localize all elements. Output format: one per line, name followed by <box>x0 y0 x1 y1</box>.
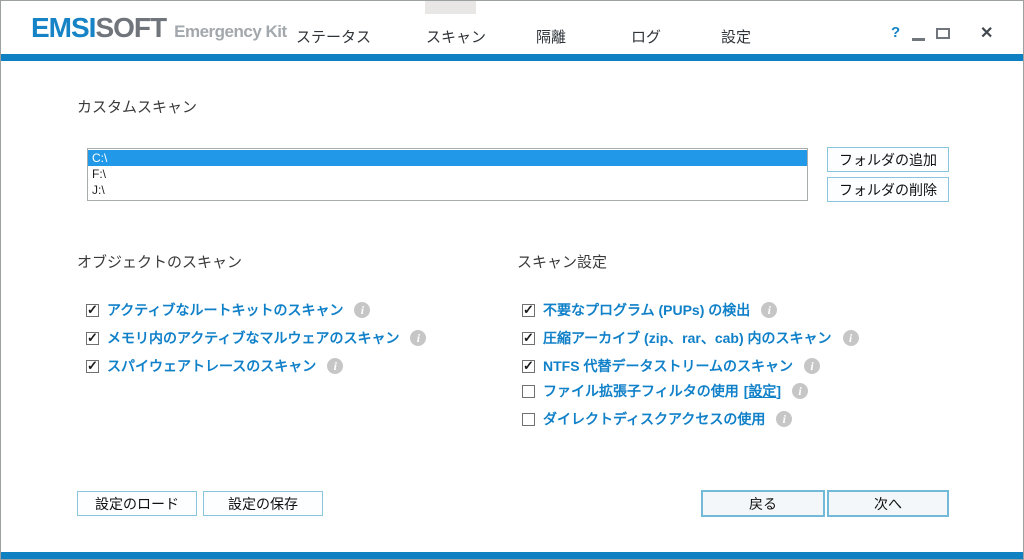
bottom-bar <box>1 552 1023 559</box>
tab-quarantine[interactable]: 隔離 <box>536 26 566 47</box>
scan-objects-title: オブジェクトのスキャン <box>77 254 243 271</box>
checkbox[interactable] <box>522 358 535 374</box>
checkbox[interactable] <box>86 330 99 346</box>
drive-list-item[interactable]: F:\ <box>88 166 807 182</box>
checkbox[interactable] <box>86 302 99 318</box>
option-label[interactable]: 不要なプログラム (PUPs) の検出 <box>543 300 750 320</box>
app-logo: EMSI SOFT Emergency Kit <box>31 12 287 44</box>
tab-scan[interactable]: スキャン <box>426 26 486 47</box>
info-icon[interactable]: i <box>776 411 793 427</box>
info-icon[interactable]: i <box>804 358 821 374</box>
drive-list-item[interactable]: J:\ <box>88 182 807 198</box>
tab-log[interactable]: ログ <box>631 26 661 47</box>
option-label[interactable]: アクティブなルートキットのスキャン <box>107 300 343 320</box>
info-icon[interactable]: i <box>410 330 427 346</box>
remove-folder-button[interactable]: フォルダの削除 <box>827 177 949 202</box>
checkbox[interactable] <box>522 302 535 318</box>
info-icon[interactable]: i <box>842 330 859 346</box>
logo-text-primary: EMSI <box>31 12 96 43</box>
add-folder-button[interactable]: フォルダの追加 <box>827 147 949 172</box>
back-button[interactable]: 戻る <box>701 490 825 517</box>
load-settings-button[interactable]: 設定のロード <box>77 491 197 516</box>
active-tab-marker <box>425 1 476 14</box>
option-label[interactable]: ファイル拡張子フィルタの使用 <box>543 381 739 401</box>
checkbox[interactable] <box>522 412 535 426</box>
titlebar: EMSI SOFT Emergency Kit ステータス スキャン 隔離 ログ … <box>1 1 1023 54</box>
option-pups-detection: 不要なプログラム (PUPs) の検出 i <box>522 300 778 320</box>
option-file-extension-filter: ファイル拡張子フィルタの使用 [設定] i <box>522 381 809 401</box>
page-title: カスタムスキャン <box>77 99 198 116</box>
drive-list[interactable]: C:\ F:\ J:\ <box>87 148 808 201</box>
option-memory-scan: メモリ内のアクティブなマルウェアのスキャン i <box>86 328 427 348</box>
option-label[interactable]: 圧縮アーカイブ (zip、rar、cab) 内のスキャン <box>543 328 832 348</box>
option-archive-scan: 圧縮アーカイブ (zip、rar、cab) 内のスキャン i <box>522 329 859 347</box>
filter-settings-link[interactable]: [設定] <box>744 381 781 401</box>
header-divider <box>1 54 1023 61</box>
logo-text-secondary: SOFT <box>95 12 167 43</box>
tab-settings[interactable]: 設定 <box>721 26 751 47</box>
save-settings-button[interactable]: 設定の保存 <box>203 491 323 516</box>
info-icon[interactable]: i <box>761 302 778 318</box>
scan-settings-title: スキャン設定 <box>517 254 608 271</box>
info-icon[interactable]: i <box>354 302 371 318</box>
checkbox[interactable] <box>522 330 535 346</box>
app-window: EMSI SOFT Emergency Kit ステータス スキャン 隔離 ログ … <box>0 0 1024 560</box>
option-direct-disk-access: ダイレクトディスクアクセスの使用 i <box>522 409 793 429</box>
info-icon[interactable]: i <box>327 358 344 374</box>
option-spyware-traces: スパイウェアトレースのスキャン i <box>86 356 344 376</box>
option-label[interactable]: ダイレクトディスクアクセスの使用 <box>543 409 765 429</box>
option-label[interactable]: NTFS 代替データストリームのスキャン <box>543 356 793 376</box>
checkbox[interactable] <box>86 358 99 374</box>
option-label[interactable]: メモリ内のアクティブなマルウェアのスキャン <box>107 328 399 348</box>
option-rootkit-scan: アクティブなルートキットのスキャン i <box>86 300 371 320</box>
help-icon[interactable]: ? <box>891 24 900 41</box>
next-button[interactable]: 次へ <box>827 490 949 517</box>
checkbox[interactable] <box>522 384 535 398</box>
option-label[interactable]: スパイウェアトレースのスキャン <box>107 356 316 376</box>
minimize-icon[interactable] <box>912 38 925 41</box>
logo-subtitle: Emergency Kit <box>174 22 287 41</box>
option-ntfs-ads-scan: NTFS 代替データストリームのスキャン i <box>522 356 821 376</box>
close-icon[interactable]: ✕ <box>980 23 993 43</box>
maximize-icon[interactable] <box>936 28 950 39</box>
tab-status[interactable]: ステータス <box>296 26 371 47</box>
link-text[interactable]: 設定 <box>748 383 776 399</box>
info-icon[interactable]: i <box>792 383 809 399</box>
drive-list-item[interactable]: C:\ <box>88 150 807 166</box>
link-bracket-close: ] <box>776 383 782 399</box>
